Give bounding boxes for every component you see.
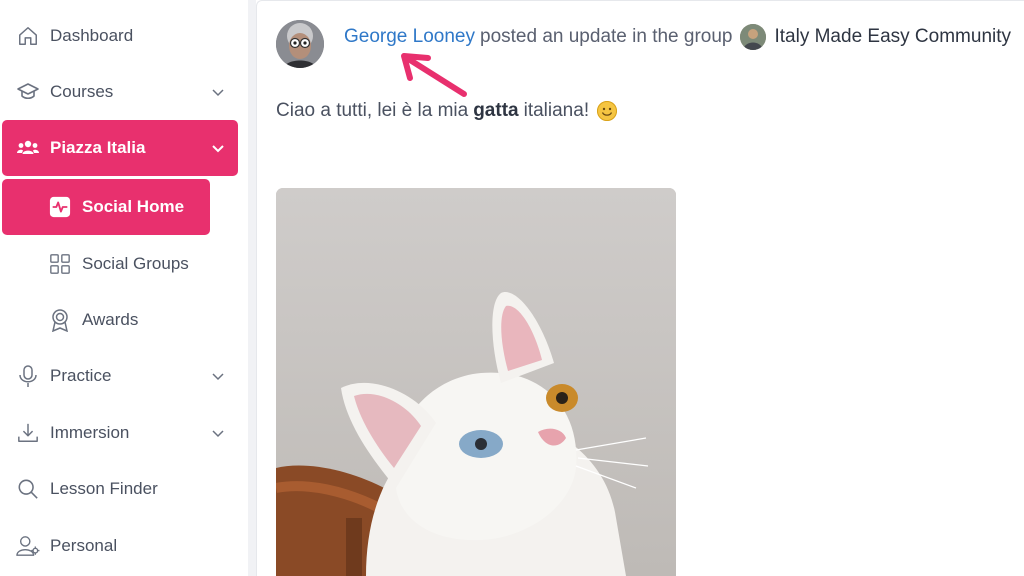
- annotation-arrow: [401, 53, 467, 97]
- smiley-emoji-icon: [597, 101, 618, 121]
- sidebar-item-awards[interactable]: Awards: [0, 292, 238, 348]
- sidebar-item-label: Awards: [82, 310, 139, 329]
- sidebar-item-label: Lesson Finder: [50, 479, 158, 498]
- sidebar-item-social-home[interactable]: Social Home: [2, 179, 210, 235]
- activity-icon: [48, 195, 72, 219]
- sidebar: Dashboard Courses Piazza Italia Social H…: [0, 0, 248, 576]
- users-icon: [16, 136, 40, 160]
- post-image[interactable]: [276, 188, 676, 576]
- sidebar-item-label: Courses: [50, 82, 114, 101]
- sidebar-item-label: Social Groups: [82, 254, 189, 273]
- sidebar-item-label: Social Home: [82, 197, 185, 216]
- chevron-down-icon[interactable]: [210, 425, 226, 441]
- sidebar-item-label: Piazza Italia: [50, 138, 146, 157]
- home-icon: [16, 24, 40, 48]
- sidebar-item-personal[interactable]: Personal: [0, 518, 238, 574]
- sidebar-item-social-groups[interactable]: Social Groups: [0, 236, 238, 292]
- user-settings-icon: [16, 534, 40, 558]
- post-text-start: Ciao a tutti, lei è la mia: [276, 100, 469, 121]
- chevron-down-icon[interactable]: [210, 368, 226, 384]
- sidebar-item-piazza-italia[interactable]: Piazza Italia: [2, 120, 238, 176]
- sidebar-item-practice[interactable]: Practice: [0, 348, 238, 404]
- sidebar-item-label: Practice: [50, 366, 112, 385]
- grid-icon: [48, 252, 72, 276]
- author-link[interactable]: George Looney: [344, 26, 475, 48]
- sidebar-item-lesson-finder[interactable]: Lesson Finder: [0, 461, 238, 517]
- download-icon: [16, 421, 40, 445]
- sidebar-item-label: Immersion: [50, 423, 130, 442]
- sidebar-item-label: Personal: [50, 536, 118, 555]
- sidebar-item-label: Dashboard: [50, 26, 134, 45]
- post-body: Ciao a tutti, lei è la mia gatta italian…: [276, 100, 618, 122]
- graduation-cap-icon: [16, 80, 40, 104]
- author-avatar[interactable]: [276, 20, 324, 68]
- sidebar-item-immersion[interactable]: Immersion: [0, 405, 238, 461]
- post-text-end: italiana!: [523, 100, 590, 121]
- group-avatar[interactable]: [740, 24, 767, 50]
- sidebar-item-courses[interactable]: Courses: [0, 64, 238, 120]
- post-action-text: posted an update in the group: [480, 26, 733, 47]
- chevron-down-icon[interactable]: [210, 84, 226, 100]
- search-icon: [16, 477, 40, 501]
- award-icon: [48, 308, 72, 332]
- post-text-bold: gatta: [473, 100, 519, 121]
- sidebar-item-dashboard[interactable]: Dashboard: [0, 8, 238, 64]
- microphone-icon: [16, 364, 40, 388]
- group-link[interactable]: Italy Made Easy Community: [774, 26, 1011, 48]
- sidebar-divider: [248, 0, 256, 576]
- post-headline: George Looney posted an update in the gr…: [344, 24, 1011, 50]
- chevron-down-icon[interactable]: [210, 140, 226, 156]
